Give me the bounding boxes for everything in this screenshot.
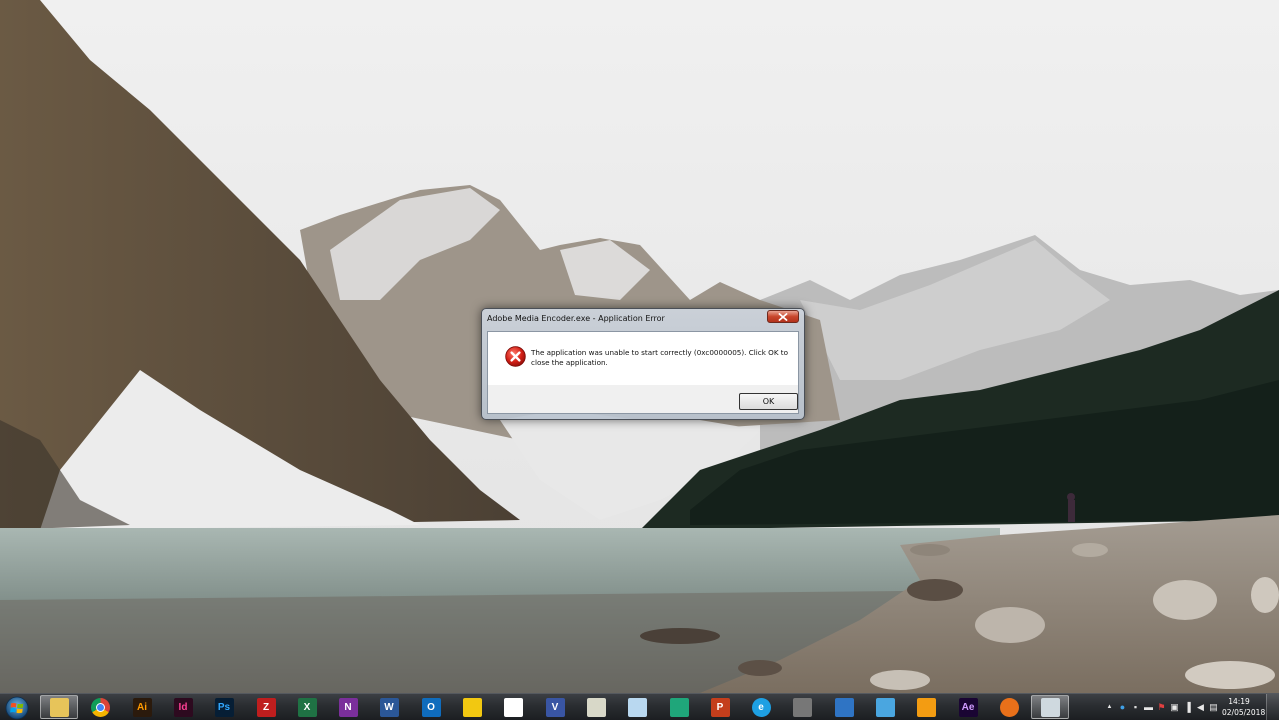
taskbar-app-file-explorer[interactable]: [40, 695, 78, 719]
notepad-icon: [627, 697, 647, 717]
ok-button[interactable]: OK: [739, 393, 798, 410]
pen-app-icon: [916, 697, 936, 717]
taskbar-app-green-app[interactable]: [660, 695, 698, 719]
taskbar-app-network-app[interactable]: [783, 695, 821, 719]
after-effects-icon: Ae: [958, 697, 978, 717]
orange-app-icon: [999, 697, 1019, 717]
illustrator-icon: Ai: [132, 697, 152, 717]
visio-icon: V: [545, 697, 565, 717]
taskbar-app-visio[interactable]: V: [536, 695, 574, 719]
volume-icon[interactable]: ◀: [1195, 702, 1206, 712]
taskbar-app-internet-explorer[interactable]: e: [742, 695, 780, 719]
analytics-app-icon: [503, 697, 523, 717]
photoshop-icon: Ps: [214, 697, 234, 717]
close-button[interactable]: [767, 310, 799, 323]
chat-icon[interactable]: ▬: [1143, 702, 1154, 712]
outlook-icon: O: [421, 697, 441, 717]
power-bi-icon: [462, 697, 482, 717]
illustrator-icon-label: Ai: [137, 701, 147, 713]
show-desktop-button[interactable]: [1266, 694, 1279, 720]
taskbar-app-chrome[interactable]: [81, 695, 119, 719]
word-icon-label: W: [384, 701, 394, 713]
taskbar-app-keepass[interactable]: [577, 695, 615, 719]
taskbar-app-orange-app[interactable]: [990, 695, 1028, 719]
indesign-icon-label: Id: [178, 701, 188, 713]
close-icon: [778, 312, 788, 321]
photoshop-icon-label: Ps: [217, 701, 231, 713]
clock-time[interactable]: 14:19: [1222, 697, 1256, 706]
indesign-icon: Id: [173, 697, 193, 717]
file-explorer-icon: [49, 697, 69, 717]
onenote-icon: N: [338, 697, 358, 717]
taskbar-app-pen-app[interactable]: [907, 695, 945, 719]
usb-icon[interactable]: ▪: [1130, 702, 1141, 712]
excel-icon: X: [297, 697, 317, 717]
after-effects-icon-label: Ae: [961, 701, 975, 713]
taskbar-app-illustrator[interactable]: Ai: [123, 695, 161, 719]
taskbar-app-excel[interactable]: X: [288, 695, 326, 719]
visio-icon-label: V: [551, 701, 559, 713]
onenote-icon-label: N: [344, 701, 352, 713]
taskbar: Ai Id Ps Z X N W O V Pe Ae ▲ ● ▪ ▬ ⚑ ▣ ▐ ◀ ▤ 14:19 02/05/2…: [0, 693, 1279, 720]
excel-icon-label: X: [303, 701, 311, 713]
shield-flag-icon[interactable]: ⚑: [1156, 702, 1167, 712]
dialog-content: The application was unable to start corr…: [488, 332, 798, 385]
taskbar-app-notepad[interactable]: [618, 695, 656, 719]
powerpoint-icon: P: [710, 697, 730, 717]
taskbar-app-indesign[interactable]: Id: [164, 695, 202, 719]
green-app-icon: [669, 697, 689, 717]
network-globe-icon[interactable]: ●: [1117, 702, 1128, 712]
dialog-title: Adobe Media Encoder.exe - Application Er…: [487, 314, 665, 323]
taskbar-app-after-effects[interactable]: Ae: [949, 695, 987, 719]
word-icon: W: [379, 697, 399, 717]
signal-bars-icon[interactable]: ▐: [1182, 702, 1193, 712]
taskbar-app-cube-app[interactable]: [866, 695, 904, 719]
outlook-icon-label: O: [427, 701, 435, 713]
taskbar-app-analytics-app[interactable]: [494, 695, 532, 719]
taskbar-app-powerpoint[interactable]: P: [701, 695, 739, 719]
dialog-body: The application was unable to start corr…: [487, 331, 799, 414]
taskbar-app-outlook[interactable]: O: [412, 695, 450, 719]
internet-explorer-icon-label: e: [758, 701, 764, 713]
taskbar-app-filezilla[interactable]: Z: [247, 695, 285, 719]
cube-app-icon: [875, 697, 895, 717]
photo-icon[interactable]: ▣: [1169, 702, 1180, 712]
taskbar-app-photoshop[interactable]: Ps: [205, 695, 243, 719]
taskbar-app-onenote[interactable]: N: [329, 695, 367, 719]
taskbar-app-remote-desktop[interactable]: [825, 695, 863, 719]
window-app-icon: [1040, 697, 1060, 717]
show-hidden-arrow-icon[interactable]: ▲: [1104, 702, 1115, 712]
keyboard-icon[interactable]: ▤: [1208, 702, 1219, 712]
taskbar-app-window-app[interactable]: [1031, 695, 1069, 719]
windows-logo-icon: [5, 696, 29, 719]
application-error-dialog: Adobe Media Encoder.exe - Application Er…: [481, 308, 805, 420]
taskbar-app-word[interactable]: W: [370, 695, 408, 719]
network-app-icon: [792, 697, 812, 717]
chrome-icon: [90, 697, 110, 717]
filezilla-icon: Z: [256, 697, 276, 717]
powerpoint-icon-label: P: [716, 701, 724, 713]
taskbar-app-power-bi[interactable]: [453, 695, 491, 719]
error-message: The application was unable to start corr…: [531, 348, 789, 367]
internet-explorer-icon: e: [751, 697, 771, 717]
filezilla-icon-label: Z: [262, 701, 270, 713]
clock-date[interactable]: 02/05/2018: [1222, 708, 1265, 717]
error-icon: [505, 346, 526, 367]
remote-desktop-icon: [834, 697, 854, 717]
start-button[interactable]: [3, 695, 31, 720]
keepass-icon: [586, 697, 606, 717]
